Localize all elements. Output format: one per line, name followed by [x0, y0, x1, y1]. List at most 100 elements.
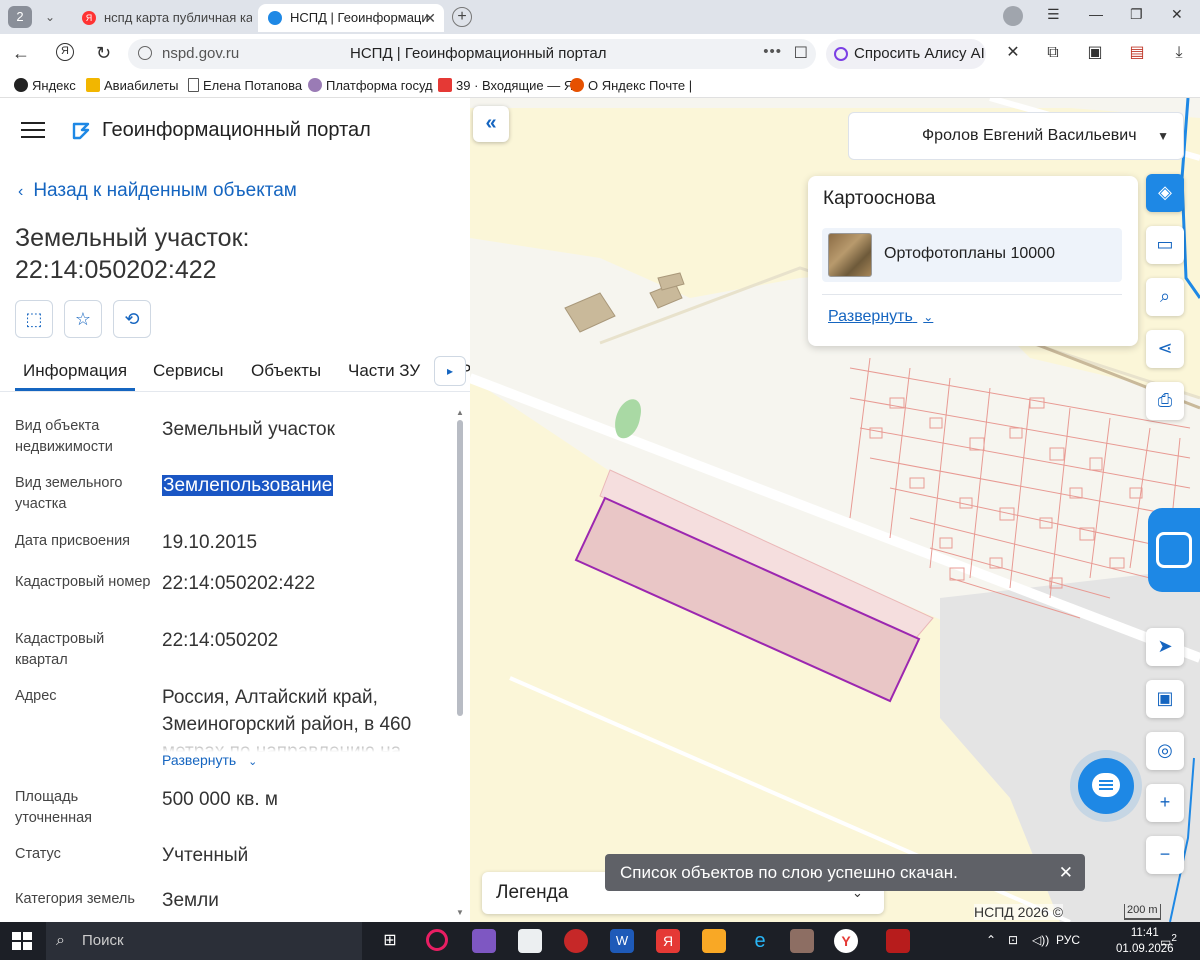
boundary-line — [1180, 98, 1200, 299]
app-circle-icon[interactable] — [426, 929, 448, 951]
prop-label-area: Площадь уточненная — [15, 789, 93, 826]
share-button[interactable]: ⋖ — [1146, 330, 1184, 368]
app-purple-icon[interactable] — [472, 929, 496, 953]
bookmark-flights[interactable]: Авиабилеты — [86, 78, 178, 93]
new-tab-button[interactable]: + — [452, 7, 472, 27]
close-window-icon[interactable]: ✕ — [1171, 6, 1183, 23]
layers-button[interactable]: ◈ — [1146, 174, 1184, 212]
tray-overflow-icon[interactable]: ⌃ — [986, 933, 996, 947]
tabs-scroll-right-button[interactable]: ▸ — [434, 356, 466, 386]
user-menu[interactable]: Фролов Евгений Васильевич ▼ — [848, 112, 1184, 160]
address-bar-row: ← Я ↻ nspd.gov.ru НСПД | Геоинформационн… — [0, 34, 1200, 74]
drawer-icon — [1156, 532, 1192, 568]
network-icon[interactable]: ⊡ — [1008, 933, 1018, 947]
notifications-badge[interactable]: ▭2 — [1160, 933, 1177, 949]
copyright-label: НСПД 2026 © — [974, 904, 1064, 920]
tab-objects[interactable]: Объекты — [251, 361, 321, 381]
minimap-button[interactable]: ▣ — [1146, 680, 1184, 718]
task-view-icon[interactable]: ⊞ — [378, 929, 402, 953]
menu-icon[interactable]: ☰ — [1047, 6, 1060, 23]
bookmark-gov-platform[interactable]: Платформа госуд — [308, 78, 433, 93]
restore-icon[interactable]: ❐ — [1130, 6, 1143, 23]
downloads-icon[interactable]: ⤓ — [1168, 42, 1190, 64]
basemap-option-orthophoto[interactable]: Ортофотопланы 10000 — [822, 228, 1122, 282]
alice-ai-button[interactable]: Спросить Алису AI — [826, 39, 986, 69]
notification-count: 2 — [1171, 933, 1177, 944]
map-view[interactable]: « Фролов Евгений Васильевич ▼ Картооснов… — [470, 98, 1200, 922]
locate-on-map-button[interactable]: ⬚ — [15, 300, 53, 338]
file-explorer-icon[interactable] — [702, 929, 726, 953]
bookmark-elena[interactable]: Елена Потапова — [188, 78, 302, 93]
bookmark-label: Яндекс — [32, 78, 76, 93]
collapse-panel-button[interactable]: « — [473, 106, 509, 142]
tab-list-chevron-icon[interactable]: ⌄ — [38, 6, 62, 28]
prop-value-cadastral-quarter: 22:14:050202 — [162, 630, 279, 651]
close-tab-icon[interactable]: ✕ — [424, 4, 436, 32]
zoom-out-button[interactable]: − — [1146, 836, 1184, 874]
bookmark-yandex[interactable]: Яндекс — [14, 78, 76, 93]
scrollbar-thumb[interactable] — [457, 420, 463, 716]
yandex-app-icon[interactable]: Я — [656, 929, 680, 953]
history-button[interactable]: ⟲ — [113, 300, 151, 338]
geolocate-button[interactable]: ◎ — [1146, 732, 1184, 770]
volume-icon[interactable]: ◁)) — [1032, 933, 1049, 947]
area-search-button[interactable]: ⌕ — [1146, 278, 1184, 316]
windows-start-icon[interactable] — [12, 932, 32, 950]
address-fade — [162, 738, 442, 752]
bookmark-icon[interactable]: ☐ — [794, 43, 808, 63]
address-expand-link[interactable]: Развернуть ⌄ — [162, 752, 257, 768]
zoom-in-button[interactable]: + — [1146, 784, 1184, 822]
winrar-icon[interactable] — [886, 929, 910, 953]
profile-avatar-icon[interactable] — [1003, 6, 1023, 26]
app-swirl-icon[interactable] — [790, 929, 814, 953]
word-icon[interactable]: W — [610, 929, 634, 953]
translate-icon[interactable]: ✕ — [1002, 42, 1024, 64]
back-to-results-link[interactable]: ‹ Назад к найденным объектам — [18, 180, 297, 202]
my-location-button[interactable]: ➤ — [1146, 628, 1184, 666]
media-player-icon[interactable] — [564, 929, 588, 953]
prop-value-cadastral-number: 22:14:050202:422 — [162, 573, 316, 594]
tab-nspd[interactable]: НСПД | Геоинформаци ✕ — [258, 4, 444, 32]
back-arrow-icon[interactable]: ← — [12, 43, 30, 64]
close-toast-icon[interactable]: ✕ — [1059, 854, 1073, 891]
taskbar-search-box[interactable]: ⌕ Поиск — [46, 922, 362, 960]
measure-button[interactable]: ▭ — [1146, 226, 1184, 264]
reload-icon[interactable]: ↻ — [96, 43, 111, 64]
basemap-panel: Картооснова Ортофотопланы 10000 Разверну… — [808, 176, 1138, 346]
basemap-expand-link[interactable]: Развернуть ⌄ — [828, 308, 933, 326]
yandex-icon — [14, 78, 28, 92]
orthophoto-thumbnail — [828, 233, 872, 277]
chevron-right-icon: ▸ — [446, 364, 454, 378]
tab-parts[interactable]: Части ЗУ — [348, 361, 420, 381]
tab-count-button[interactable]: 2 — [8, 6, 32, 28]
print-button[interactable]: ⎙ — [1146, 382, 1184, 420]
yandex-mail-icon — [570, 78, 584, 92]
collections-icon[interactable]: ▣ — [1084, 42, 1106, 64]
side-drawer-tab[interactable] — [1148, 508, 1200, 592]
tab-search[interactable]: Я нспд карта публичная кад — [72, 4, 252, 32]
site-info-icon[interactable] — [138, 46, 152, 60]
chat-button[interactable] — [1078, 758, 1134, 814]
scroll-down-icon[interactable]: ▼ — [455, 908, 465, 917]
yandex-home-icon[interactable]: Я — [56, 43, 74, 61]
scroll-up-icon[interactable]: ▲ — [455, 408, 465, 417]
tab-information[interactable]: Информация — [15, 361, 136, 391]
tab-services[interactable]: Сервисы — [153, 361, 223, 381]
yandex-browser-icon[interactable]: Y — [834, 929, 858, 953]
hamburger-menu-icon[interactable] — [21, 122, 45, 138]
favorite-button[interactable]: ☆ — [64, 300, 102, 338]
language-indicator[interactable]: РУС — [1056, 933, 1080, 947]
more-dots-icon[interactable]: ••• — [763, 43, 782, 60]
panel-scrollbar[interactable]: ▲ ▼ — [455, 408, 465, 922]
bookmark-inbox[interactable]: 39 · Входящие — Я — [438, 78, 573, 93]
minimize-icon[interactable]: — — [1089, 6, 1103, 22]
bookmark-label: Авиабилеты — [104, 78, 179, 93]
internet-explorer-icon[interactable]: e — [748, 929, 772, 953]
caret-down-icon: ▼ — [1157, 129, 1169, 143]
bookmark-yandex-mail[interactable]: О Яндекс Почте | — [570, 78, 692, 93]
settings-apps-icon[interactable] — [518, 929, 542, 953]
books-extension-icon[interactable]: ▤ — [1126, 42, 1148, 64]
extensions-icon[interactable]: ⧉ — [1042, 42, 1064, 64]
url-field[interactable]: nspd.gov.ru НСПД | Геоинформационный пор… — [128, 39, 816, 69]
chat-icon — [1092, 773, 1120, 797]
